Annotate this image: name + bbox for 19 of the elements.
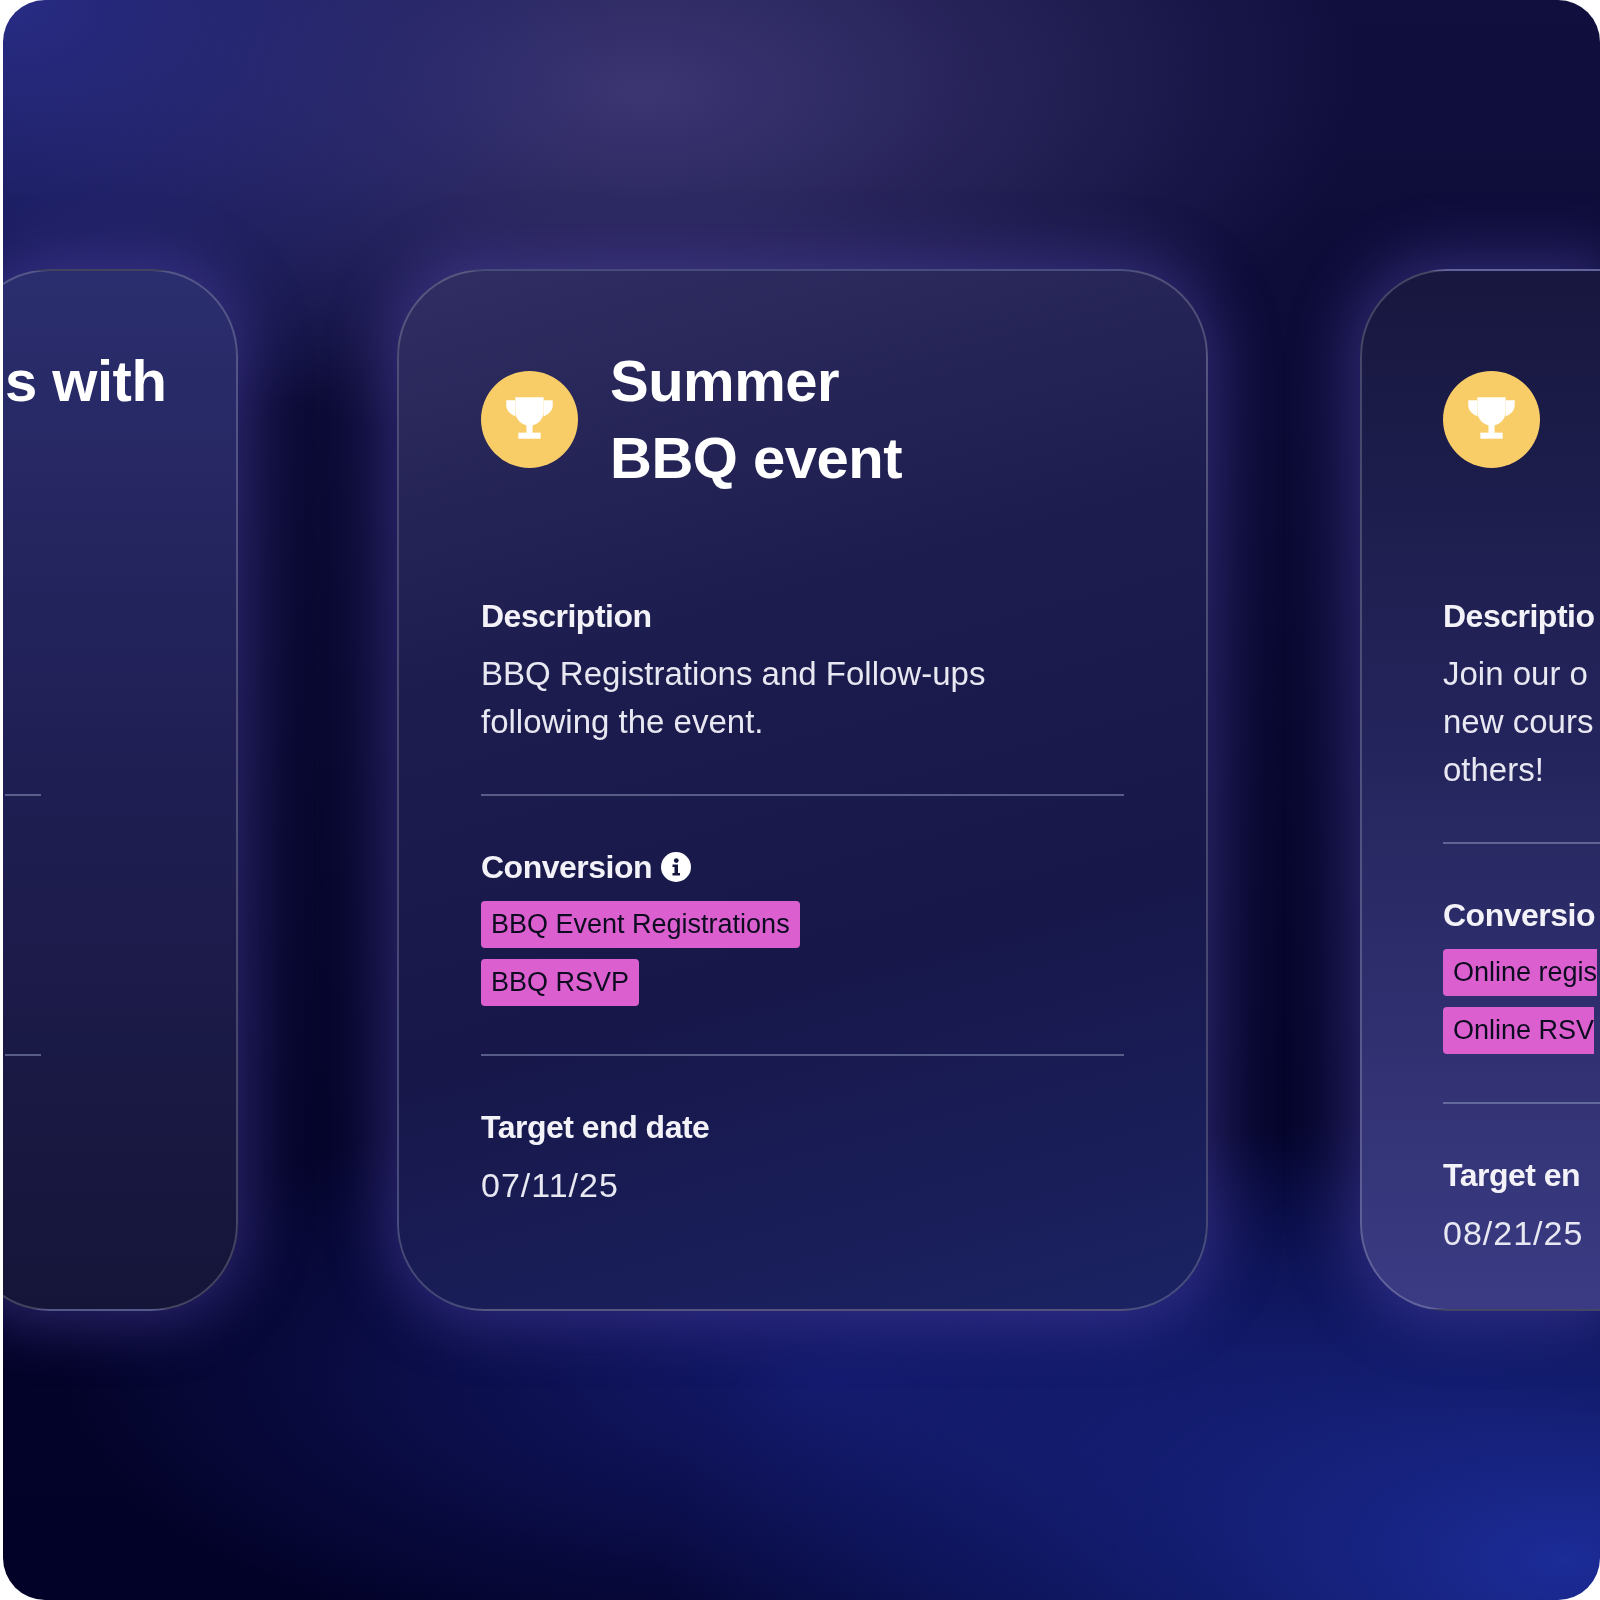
description-text: Join our o new cours others!: [1443, 654, 1595, 790]
section-label: Target en: [1443, 1156, 1581, 1195]
section-label: Conversio: [1443, 896, 1595, 935]
card-title: Summer BBQ event: [610, 347, 903, 492]
section-label: Conversion: [481, 848, 653, 887]
conversion-tag: BBQ RSVP: [481, 959, 640, 1006]
conversion-tag: BBQ Event Registrations: [481, 901, 800, 948]
trophy-icon: [481, 370, 578, 468]
date-value: 08/21/25: [1443, 1213, 1585, 1254]
section-label: Description: [481, 597, 652, 636]
conversion-tag: Online RSV: [1443, 1007, 1595, 1054]
info-icon[interactable]: [661, 852, 692, 882]
card-title: s with: [5, 347, 167, 415]
section-label: Target end date: [481, 1108, 710, 1147]
date-value: 07/11/25: [481, 1165, 620, 1206]
conversion-tag: Online regis: [1443, 949, 1598, 996]
trophy-icon: [1443, 370, 1540, 468]
description-text: BBQ Registrations and Follow-ups following the event.: [481, 654, 987, 742]
section-label: Descriptio: [1443, 597, 1595, 636]
